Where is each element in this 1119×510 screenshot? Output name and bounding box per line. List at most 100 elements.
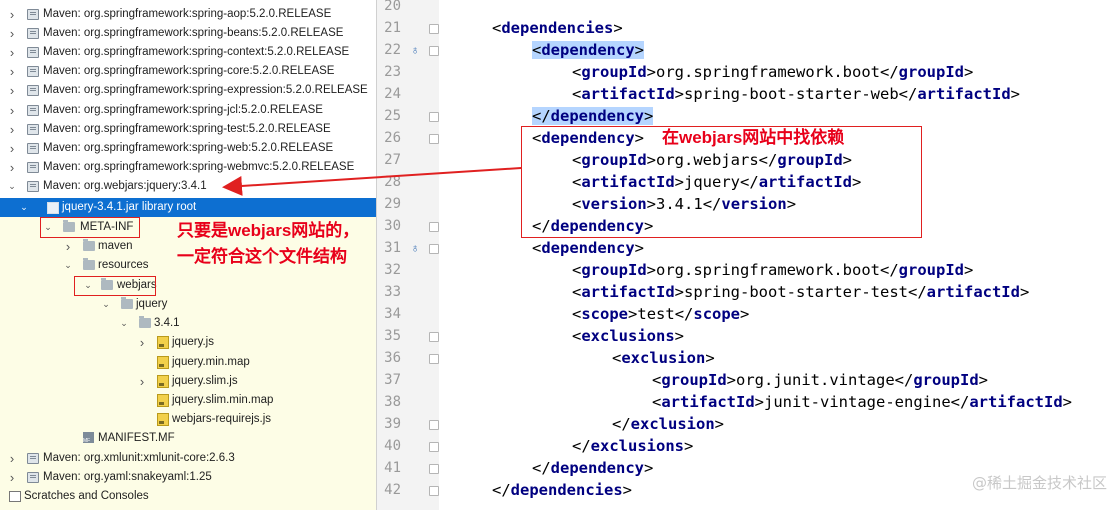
tree-item[interactable]: › Maven: org.springframework:spring-webmv… [0, 158, 376, 177]
xml-tag-name: exclusions [590, 437, 684, 455]
xml-tag-name: artifactId [661, 393, 755, 411]
code-line[interactable]: <groupId>org.springframework.boot</group… [572, 61, 973, 83]
code-line[interactable]: </dependencies> [492, 479, 632, 501]
expand-arrow-icon[interactable]: › [7, 62, 17, 81]
tree-item[interactable]: › Maven: org.springframework:spring-aop:5… [0, 5, 376, 24]
code-line[interactable]: <dependency> [532, 39, 645, 61]
fold-marker-icon[interactable] [429, 112, 439, 122]
tree-item-label: Maven: org.yaml:snakeyaml:1.25 [43, 471, 212, 483]
tree-item[interactable]: › Maven: org.springframework:spring-jcl:5… [0, 101, 376, 120]
tree-item[interactable]: ⌄ webjars [0, 276, 376, 295]
xml-tag-name: dependency [550, 459, 644, 477]
fold-marker-icon[interactable] [429, 244, 439, 254]
maven-dependency-gutter-icon[interactable]: ♁ [407, 237, 423, 259]
expand-arrow-icon[interactable]: › [7, 43, 17, 62]
folder-icon [83, 239, 95, 251]
tree-item[interactable]: ⌄ jquery-3.4.1.jar library root [0, 198, 376, 217]
code-line[interactable]: <artifactId>junit-vintage-engine</artifa… [652, 391, 1072, 413]
fold-marker-icon[interactable] [429, 486, 439, 496]
fold-marker-icon[interactable] [429, 442, 439, 452]
tree-item[interactable]: › jquery.slim.js [0, 372, 376, 391]
fold-marker-icon[interactable] [429, 222, 439, 232]
fold-marker-icon[interactable] [429, 46, 439, 56]
tree-item-label: maven [98, 240, 133, 252]
tree-item[interactable]: › Maven: org.springframework:spring-web:5… [0, 139, 376, 158]
xml-tag-name: exclusion [630, 415, 715, 433]
expand-arrow-icon[interactable]: › [7, 24, 17, 43]
code-line[interactable]: <exclusions> [572, 325, 684, 347]
tree-item[interactable]: ⌄ Maven: org.webjars:jquery:3.4.1 [0, 177, 376, 196]
tree-item[interactable]: jquery.min.map [0, 353, 376, 372]
fold-marker-icon[interactable] [429, 134, 439, 144]
code-line[interactable]: <artifactId>spring-boot-starter-web</art… [572, 83, 1020, 105]
fold-marker-icon[interactable] [429, 420, 439, 430]
tree-item-label: jquery.min.map [172, 356, 250, 368]
tree-item[interactable]: › Maven: org.springframework:spring-core:… [0, 62, 376, 81]
library-icon [27, 472, 39, 483]
collapse-arrow-icon[interactable]: ⌄ [7, 177, 17, 196]
code-line[interactable]: <groupId>org.junit.vintage</groupId> [652, 369, 988, 391]
library-icon [27, 105, 39, 116]
fold-marker-icon[interactable] [429, 24, 439, 34]
collapse-arrow-icon[interactable]: ⌄ [101, 295, 111, 314]
library-icon [27, 124, 39, 135]
tree-item[interactable]: › Maven: org.springframework:spring-conte… [0, 43, 376, 62]
annotation-left-line1: 只要是webjars网站的， [177, 221, 360, 240]
code-line[interactable]: </dependency> [532, 105, 654, 127]
expand-arrow-icon[interactable]: › [7, 139, 17, 158]
fold-marker-icon[interactable] [429, 354, 439, 364]
xml-tag-name: scope [693, 305, 741, 323]
tree-item[interactable]: › Maven: org.xmlunit:xmlunit-core:2.6.3 [0, 449, 376, 468]
code-line[interactable]: </exclusions> [572, 435, 693, 457]
fold-marker-icon[interactable] [429, 464, 439, 474]
tree-item[interactable]: ⌄ 3.4.1 [0, 314, 376, 333]
code-line[interactable]: <scope>test</scope> [572, 303, 749, 325]
tree-item[interactable]: jquery.slim.min.map [0, 391, 376, 410]
expand-arrow-icon[interactable]: › [63, 237, 73, 256]
collapse-arrow-icon[interactable]: ⌄ [19, 198, 29, 217]
tree-item[interactable]: MANIFEST.MF [0, 429, 376, 448]
xml-text-value: org.springframework.boot [656, 63, 880, 81]
watermark: @稀土掘金技术社区 [971, 474, 1107, 492]
expand-arrow-icon[interactable]: › [7, 449, 17, 468]
code-line[interactable]: <dependency> [532, 237, 644, 259]
expand-arrow-icon[interactable]: › [137, 333, 147, 352]
collapse-arrow-icon[interactable]: ⌄ [63, 256, 73, 275]
tree-item[interactable]: › Maven: org.springframework:spring-beans… [0, 24, 376, 43]
fold-marker-icon[interactable] [429, 332, 439, 342]
line-number: 20 [384, 0, 401, 14]
expand-arrow-icon[interactable]: › [7, 120, 17, 139]
expand-arrow-icon[interactable]: › [7, 158, 17, 177]
tree-item[interactable]: › Maven: org.springframework:spring-test:… [0, 120, 376, 139]
tree-item-label: jquery.slim.js [172, 375, 238, 387]
expand-arrow-icon[interactable]: › [7, 81, 17, 100]
tree-item[interactable]: ›Scratches and Consoles [0, 487, 376, 506]
expand-arrow-icon[interactable]: › [7, 5, 17, 24]
tree-item-label: Maven: org.xmlunit:xmlunit-core:2.6.3 [43, 452, 235, 464]
tree-item[interactable]: › Maven: org.yaml:snakeyaml:1.25 [0, 468, 376, 487]
code-line[interactable]: <dependencies> [492, 17, 623, 39]
xml-text-value: spring-boot-starter-web [684, 85, 899, 103]
tree-item[interactable]: › Maven: org.springframework:spring-expre… [0, 81, 376, 100]
code-line[interactable]: <groupId>org.springframework.boot</group… [572, 259, 973, 281]
code-line[interactable]: </dependency> [532, 457, 653, 479]
code-line[interactable]: </exclusion> [612, 413, 724, 435]
collapse-arrow-icon[interactable]: ⌄ [119, 314, 129, 333]
expand-arrow-icon[interactable]: › [137, 372, 147, 391]
tree-item[interactable]: ⌄ jquery [0, 295, 376, 314]
expand-arrow-icon[interactable]: › [7, 101, 17, 120]
line-number: 41 [384, 460, 401, 476]
tree-item[interactable]: › jquery.js [0, 333, 376, 352]
tree-item-label: MANIFEST.MF [98, 432, 175, 444]
code-line[interactable]: <exclusion> [612, 347, 715, 369]
tree-item-label: Maven: org.springframework:spring-webmvc… [43, 161, 355, 173]
xml-tag-name: dependency [541, 41, 635, 59]
maven-dependency-gutter-icon[interactable]: ♁ [407, 39, 423, 61]
tree-item[interactable]: webjars-requirejs.js [0, 410, 376, 429]
code-line[interactable]: <artifactId>spring-boot-starter-test</ar… [572, 281, 1029, 303]
tree-item-label: jquery.slim.min.map [172, 394, 274, 406]
line-number: 39 [384, 416, 401, 432]
library-icon [27, 162, 39, 173]
expand-arrow-icon[interactable]: › [7, 468, 17, 487]
folder-icon [121, 297, 133, 309]
